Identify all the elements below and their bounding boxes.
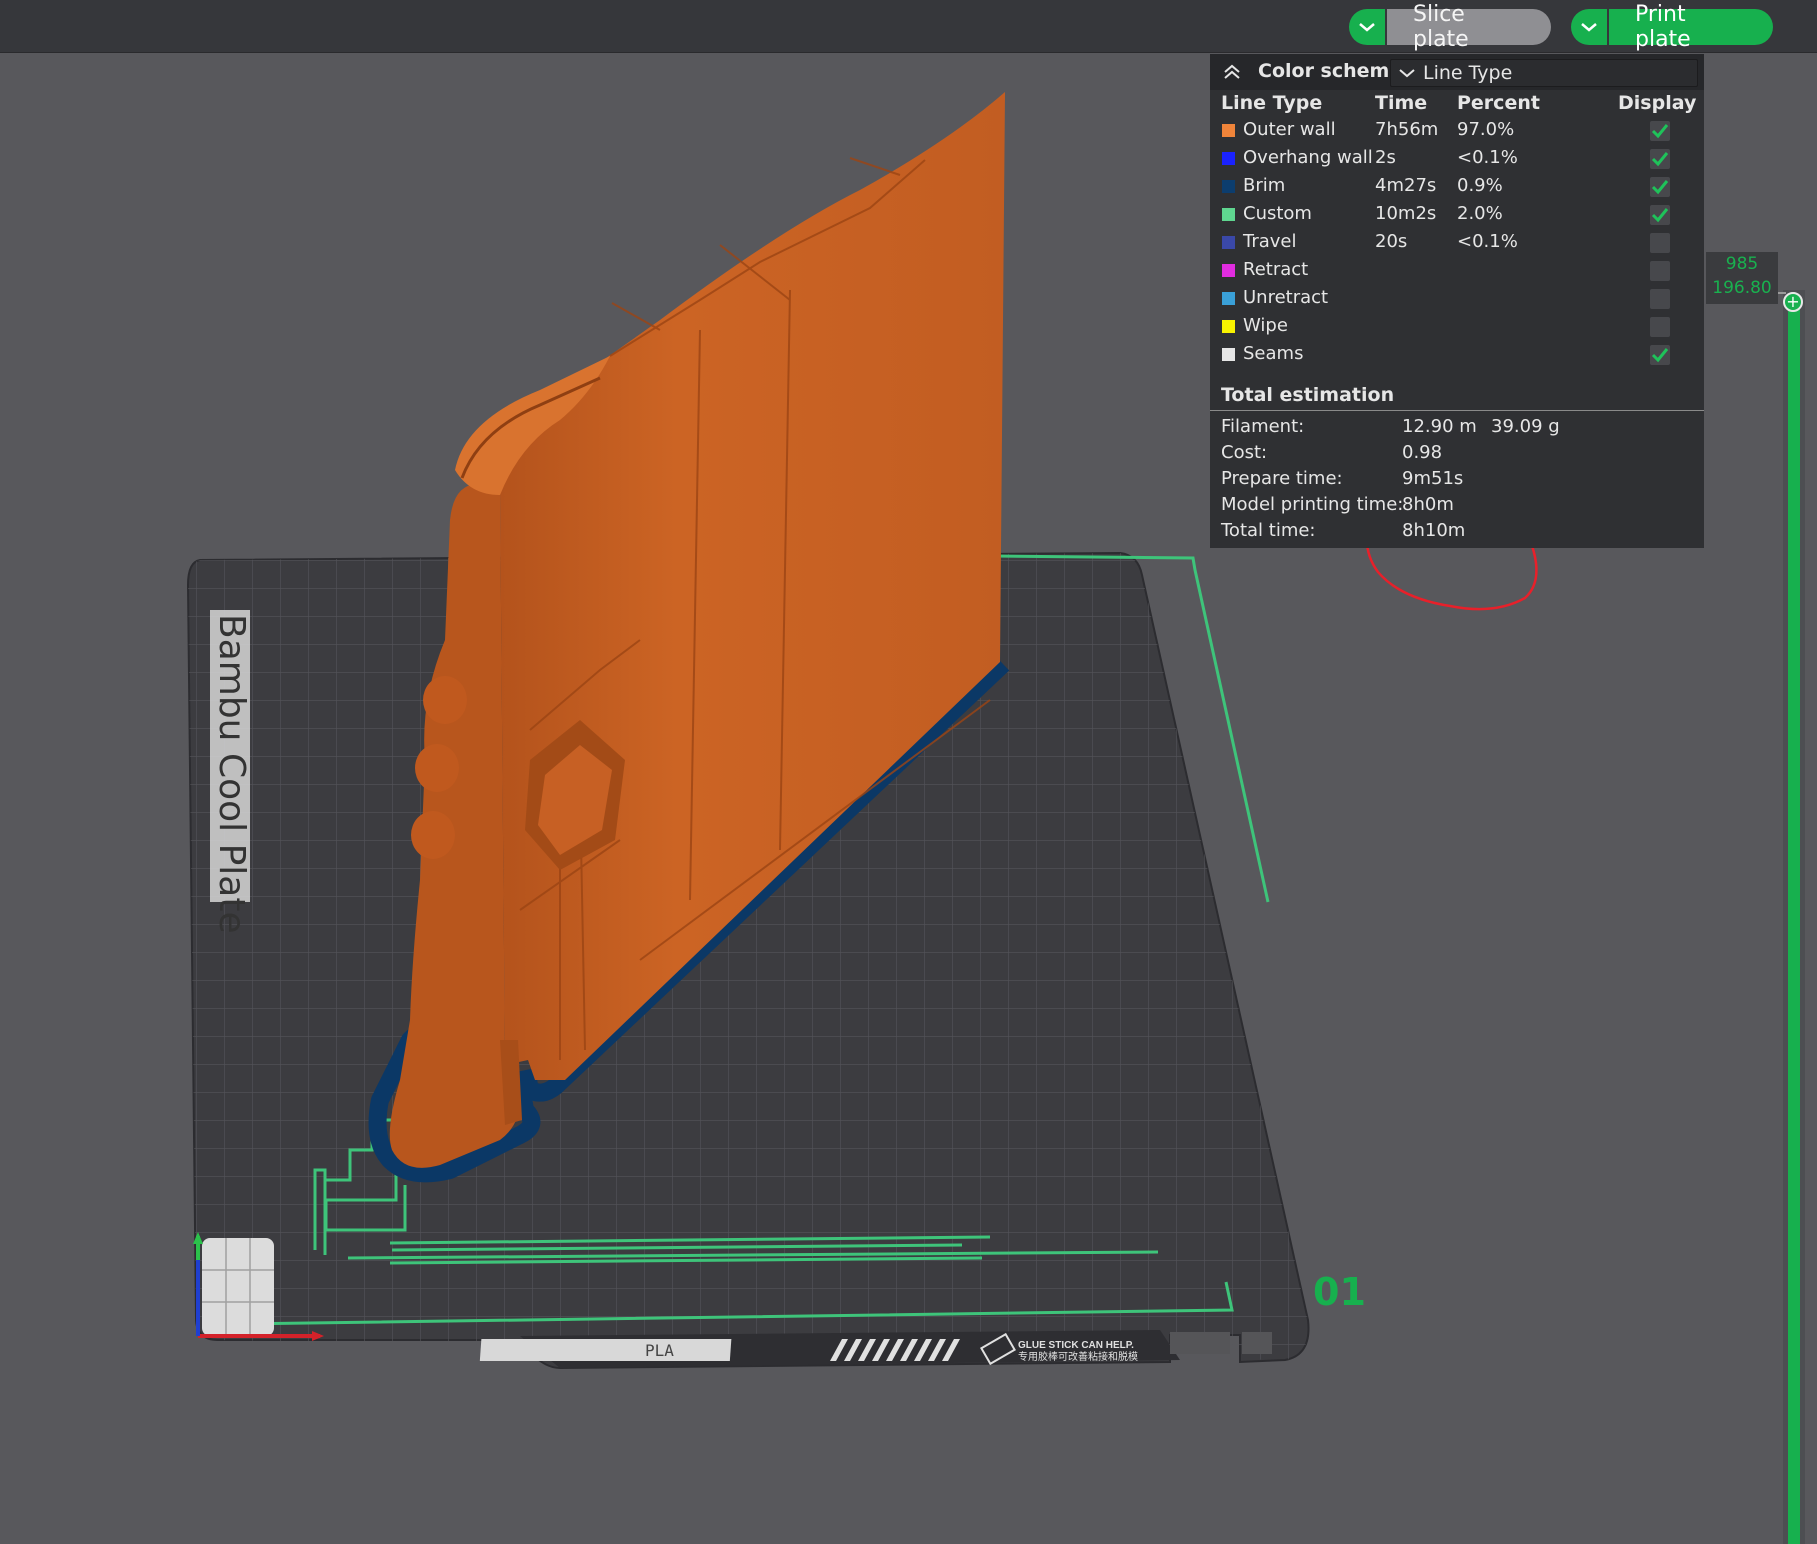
total-time-value: 8h10m xyxy=(1402,520,1466,541)
column-header-percent: Percent xyxy=(1457,92,1540,114)
plate-name-text: Bambu Cool Plate xyxy=(211,614,252,934)
legend-row: Custom 10m2s 2.0% xyxy=(1210,200,1704,228)
slice-plate-button[interactable]: Slice plate xyxy=(1387,2,1551,52)
chevron-down-icon xyxy=(1399,69,1415,78)
slice-dropdown-button[interactable] xyxy=(1349,9,1385,45)
line-type-swatch xyxy=(1222,180,1235,193)
prepare-time-label: Prepare time: xyxy=(1221,468,1343,489)
line-type-swatch xyxy=(1222,264,1235,277)
filament-length: 12.90 m xyxy=(1402,416,1477,437)
chevron-down-icon xyxy=(1581,23,1597,32)
legend-name: Outer wall xyxy=(1243,119,1336,140)
color-scheme-dropdown[interactable]: Line Type xyxy=(1390,59,1698,87)
column-header-line-type: Line Type xyxy=(1221,92,1323,114)
glue-hint-text-cn: 专用胶棒可改善粘接和脱模 xyxy=(1018,1350,1138,1363)
filament-weight: 39.09 g xyxy=(1491,416,1560,437)
legend-percent: 0.9% xyxy=(1457,175,1503,196)
color-scheme-label: Color scheme xyxy=(1258,60,1403,82)
checkmark-icon xyxy=(1651,348,1669,363)
legend-row: Travel 20s <0.1% xyxy=(1210,228,1704,256)
color-scheme-legend: Color scheme Line Type Line Type Time Pe… xyxy=(1210,54,1704,548)
legend-name: Overhang wall xyxy=(1243,147,1373,168)
display-checkbox[interactable] xyxy=(1650,233,1670,253)
legend-row: Brim 4m27s 0.9% xyxy=(1210,172,1704,200)
display-checkbox[interactable] xyxy=(1650,345,1670,365)
cost-label: Cost: xyxy=(1221,442,1268,463)
column-header-time: Time xyxy=(1375,92,1428,114)
legend-time: 20s xyxy=(1375,231,1408,252)
checkmark-icon xyxy=(1651,208,1669,223)
glue-hint-text: GLUE STICK CAN HELP. xyxy=(1018,1340,1134,1351)
legend-row: Unretract xyxy=(1210,284,1704,312)
plate-filament-tag: PLA xyxy=(645,1341,674,1360)
legend-row: Outer wall 7h56m 97.0% xyxy=(1210,116,1704,144)
line-type-swatch xyxy=(1222,292,1235,305)
legend-time: 4m27s xyxy=(1375,175,1437,196)
legend-row: Retract xyxy=(1210,256,1704,284)
checkmark-icon xyxy=(1651,180,1669,195)
color-scheme-value: Line Type xyxy=(1423,62,1513,84)
line-type-swatch xyxy=(1222,124,1235,137)
legend-time: 10m2s xyxy=(1375,203,1437,224)
legend-percent: <0.1% xyxy=(1457,231,1518,252)
legend-row: Overhang wall 2s <0.1% xyxy=(1210,144,1704,172)
legend-name: Unretract xyxy=(1243,287,1329,308)
plate-name-label: Bambu Cool Plate xyxy=(210,610,252,934)
display-checkbox[interactable] xyxy=(1650,289,1670,309)
display-checkbox[interactable] xyxy=(1650,121,1670,141)
legend-time: 7h56m xyxy=(1375,119,1439,140)
divider xyxy=(1210,410,1704,411)
layer-slider-tick xyxy=(1778,292,1786,294)
legend-name: Brim xyxy=(1243,175,1286,196)
top-toolbar: Slice plate Print plate xyxy=(0,0,1817,53)
legend-row: Wipe xyxy=(1210,312,1704,340)
legend-percent: <0.1% xyxy=(1457,147,1518,168)
layer-slider-track[interactable] xyxy=(1788,303,1800,1544)
display-checkbox[interactable] xyxy=(1650,261,1670,281)
legend-time: 2s xyxy=(1375,147,1396,168)
print-plate-button-group: Print plate xyxy=(1571,2,1773,52)
line-type-swatch xyxy=(1222,208,1235,221)
model-printing-time-value: 8h0m xyxy=(1402,494,1454,515)
model-printing-time-label: Model printing time: xyxy=(1221,494,1404,515)
filament-label: Filament: xyxy=(1221,416,1305,437)
print-dropdown-button[interactable] xyxy=(1571,9,1607,45)
total-time-label: Total time: xyxy=(1221,520,1316,541)
slice-plate-button-group: Slice plate xyxy=(1349,2,1551,52)
legend-name: Travel xyxy=(1243,231,1297,252)
column-header-display: Display xyxy=(1618,92,1697,114)
line-type-swatch xyxy=(1222,152,1235,165)
line-type-swatch xyxy=(1222,236,1235,249)
legend-header: Color scheme Line Type xyxy=(1210,54,1704,90)
collapse-up-icon[interactable] xyxy=(1222,62,1242,82)
cost-value: 0.98 xyxy=(1402,442,1443,463)
display-checkbox[interactable] xyxy=(1650,205,1670,225)
legend-percent: 2.0% xyxy=(1457,203,1503,224)
prepare-time-value: 9m51s xyxy=(1402,468,1464,489)
line-type-swatch xyxy=(1222,320,1235,333)
plate-number: 01 xyxy=(1313,1270,1366,1314)
chevron-down-icon xyxy=(1359,23,1375,32)
legend-name: Seams xyxy=(1243,343,1304,364)
layer-readout: 985 196.80 xyxy=(1706,252,1778,304)
layer-height: 196.80 xyxy=(1712,278,1772,298)
legend-name: Custom xyxy=(1243,203,1312,224)
display-checkbox[interactable] xyxy=(1650,317,1670,337)
legend-name: Wipe xyxy=(1243,315,1288,336)
legend-row: Seams xyxy=(1210,340,1704,368)
layer-slider-handle[interactable]: + xyxy=(1783,292,1803,312)
display-checkbox[interactable] xyxy=(1650,149,1670,169)
legend-name: Retract xyxy=(1243,259,1309,280)
line-type-swatch xyxy=(1222,348,1235,361)
layer-number: 985 xyxy=(1725,254,1759,274)
checkmark-icon xyxy=(1651,152,1669,167)
display-checkbox[interactable] xyxy=(1650,177,1670,197)
print-plate-button[interactable]: Print plate xyxy=(1609,2,1773,52)
checkmark-icon xyxy=(1651,124,1669,139)
plus-icon: + xyxy=(1786,292,1800,311)
total-estimation-title: Total estimation xyxy=(1221,384,1395,406)
legend-percent: 97.0% xyxy=(1457,119,1515,140)
